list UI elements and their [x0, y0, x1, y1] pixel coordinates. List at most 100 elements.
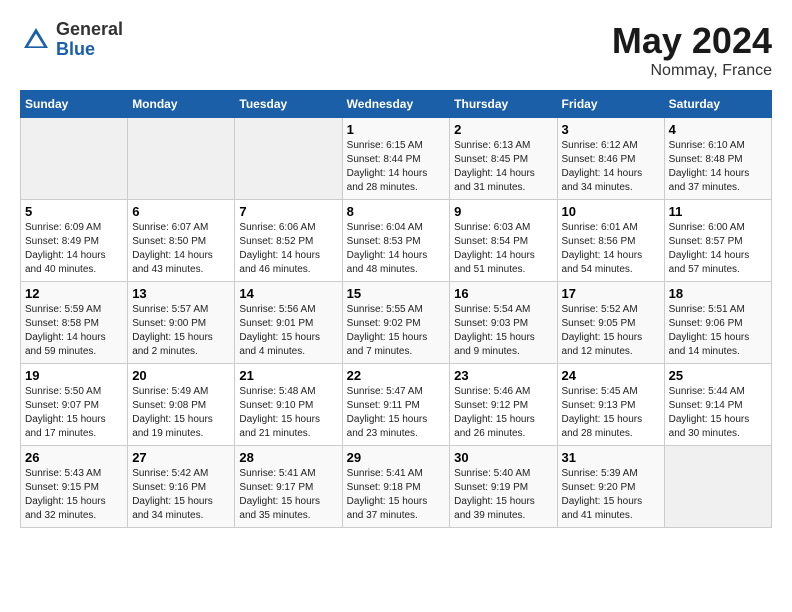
calendar-body: 1 Sunrise: 6:15 AMSunset: 8:44 PMDaylight… [21, 118, 772, 528]
day-number: 7 [239, 204, 337, 219]
day-info: Sunrise: 6:15 AMSunset: 8:44 PMDaylight:… [347, 139, 446, 195]
weekday-header-tuesday: Tuesday [235, 91, 342, 118]
day-info: Sunrise: 6:06 AMSunset: 8:52 PMDaylight:… [239, 221, 337, 277]
calendar-week-0: 1 Sunrise: 6:15 AMSunset: 8:44 PMDaylight… [21, 118, 772, 200]
calendar-cell: 24 Sunrise: 5:45 AMSunset: 9:13 PMDayligh… [557, 364, 664, 446]
calendar-week-1: 5 Sunrise: 6:09 AMSunset: 8:49 PMDaylight… [21, 200, 772, 282]
calendar-cell: 20 Sunrise: 5:49 AMSunset: 9:08 PMDayligh… [128, 364, 235, 446]
calendar-week-2: 12Sunrise: 5:59 AMSunset: 8:58 PMDayligh… [21, 282, 772, 364]
day-number: 12 [25, 286, 123, 301]
weekday-header-sunday: Sunday [21, 91, 128, 118]
day-info: Sunrise: 5:42 AMSunset: 9:16 PMDaylight:… [132, 467, 230, 523]
calendar-cell: 11 Sunrise: 6:00 AMSunset: 8:57 PMDayligh… [664, 200, 771, 282]
day-number: 15 [347, 286, 446, 301]
day-number: 11 [669, 204, 767, 219]
day-info: Sunrise: 6:00 AMSunset: 8:57 PMDaylight:… [669, 221, 767, 277]
day-number: 6 [132, 204, 230, 219]
weekday-header-row: SundayMondayTuesdayWednesdayThursdayFrid… [21, 91, 772, 118]
calendar-cell: 16 Sunrise: 5:54 AMSunset: 9:03 PMDayligh… [450, 282, 557, 364]
calendar-cell: 8Sunrise: 6:04 AMSunset: 8:53 PMDaylight… [342, 200, 450, 282]
day-number: 9 [454, 204, 552, 219]
day-number: 10 [562, 204, 660, 219]
logo: General Blue [20, 20, 123, 60]
page-header: General Blue May 2024 Nommay, France [20, 20, 772, 80]
day-number: 19 [25, 368, 123, 383]
calendar-cell: 10 Sunrise: 6:01 AMSunset: 8:56 PMDayligh… [557, 200, 664, 282]
calendar-cell: 17 Sunrise: 5:52 AMSunset: 9:05 PMDayligh… [557, 282, 664, 364]
weekday-header-wednesday: Wednesday [342, 91, 450, 118]
day-info: Sunrise: 5:55 AMSunset: 9:02 PMDaylight:… [347, 303, 446, 359]
day-number: 17 [562, 286, 660, 301]
logo-text: General Blue [56, 20, 123, 60]
day-info: Sunrise: 5:51 AMSunset: 9:06 PMDaylight:… [669, 303, 767, 359]
day-number: 28 [239, 450, 337, 465]
calendar-cell: 14 Sunrise: 5:56 AMSunset: 9:01 PMDayligh… [235, 282, 342, 364]
day-number: 14 [239, 286, 337, 301]
calendar-cell: 27 Sunrise: 5:42 AMSunset: 9:16 PMDayligh… [128, 446, 235, 528]
day-info: Sunrise: 5:46 AMSunset: 9:12 PMDaylight:… [454, 385, 552, 441]
day-number: 13 [132, 286, 230, 301]
day-info: Sunrise: 5:45 AMSunset: 9:13 PMDaylight:… [562, 385, 660, 441]
day-info: Sunrise: 5:49 AMSunset: 9:08 PMDaylight:… [132, 385, 230, 441]
day-info: Sunrise: 5:54 AMSunset: 9:03 PMDaylight:… [454, 303, 552, 359]
day-info: Sunrise: 5:41 AMSunset: 9:18 PMDaylight:… [347, 467, 446, 523]
day-number: 20 [132, 368, 230, 383]
calendar-cell: 28 Sunrise: 5:41 AMSunset: 9:17 PMDayligh… [235, 446, 342, 528]
day-info: Sunrise: 6:10 AMSunset: 8:48 PMDaylight:… [669, 139, 767, 195]
calendar-cell [664, 446, 771, 528]
day-info: Sunrise: 5:47 AMSunset: 9:11 PMDaylight:… [347, 385, 446, 441]
weekday-header-friday: Friday [557, 91, 664, 118]
day-number: 23 [454, 368, 552, 383]
calendar-header: SundayMondayTuesdayWednesdayThursdayFrid… [21, 91, 772, 118]
logo-icon [20, 24, 52, 56]
day-number: 2 [454, 122, 552, 137]
day-info: Sunrise: 6:04 AMSunset: 8:53 PMDaylight:… [347, 221, 446, 277]
weekday-header-thursday: Thursday [450, 91, 557, 118]
weekday-header-monday: Monday [128, 91, 235, 118]
calendar-week-3: 19 Sunrise: 5:50 AMSunset: 9:07 PMDayligh… [21, 364, 772, 446]
calendar-cell [128, 118, 235, 200]
day-info: Sunrise: 6:13 AMSunset: 8:45 PMDaylight:… [454, 139, 552, 195]
day-info: Sunrise: 5:48 AMSunset: 9:10 PMDaylight:… [239, 385, 337, 441]
calendar-cell: 18Sunrise: 5:51 AMSunset: 9:06 PMDayligh… [664, 282, 771, 364]
calendar-cell: 26Sunrise: 5:43 AMSunset: 9:15 PMDayligh… [21, 446, 128, 528]
calendar-cell: 23 Sunrise: 5:46 AMSunset: 9:12 PMDayligh… [450, 364, 557, 446]
calendar-cell: 31Sunrise: 5:39 AMSunset: 9:20 PMDayligh… [557, 446, 664, 528]
day-info: Sunrise: 6:09 AMSunset: 8:49 PMDaylight:… [25, 221, 123, 277]
day-info: Sunrise: 5:40 AMSunset: 9:19 PMDaylight:… [454, 467, 552, 523]
day-number: 16 [454, 286, 552, 301]
day-info: Sunrise: 5:52 AMSunset: 9:05 PMDaylight:… [562, 303, 660, 359]
day-info: Sunrise: 6:12 AMSunset: 8:46 PMDaylight:… [562, 139, 660, 195]
day-number: 22 [347, 368, 446, 383]
day-number: 24 [562, 368, 660, 383]
logo-blue-text: Blue [56, 40, 123, 60]
month-title: May 2024 [612, 20, 772, 62]
calendar-cell: 6 Sunrise: 6:07 AMSunset: 8:50 PMDaylight… [128, 200, 235, 282]
calendar-cell: 29 Sunrise: 5:41 AMSunset: 9:18 PMDayligh… [342, 446, 450, 528]
day-number: 21 [239, 368, 337, 383]
day-number: 5 [25, 204, 123, 219]
day-number: 25 [669, 368, 767, 383]
day-number: 3 [562, 122, 660, 137]
calendar-table: SundayMondayTuesdayWednesdayThursdayFrid… [20, 90, 772, 528]
calendar-week-4: 26Sunrise: 5:43 AMSunset: 9:15 PMDayligh… [21, 446, 772, 528]
calendar-cell: 1 Sunrise: 6:15 AMSunset: 8:44 PMDaylight… [342, 118, 450, 200]
calendar-cell: 5 Sunrise: 6:09 AMSunset: 8:49 PMDaylight… [21, 200, 128, 282]
calendar-cell: 13Sunrise: 5:57 AMSunset: 9:00 PMDayligh… [128, 282, 235, 364]
day-info: Sunrise: 5:50 AMSunset: 9:07 PMDaylight:… [25, 385, 123, 441]
day-info: Sunrise: 6:07 AMSunset: 8:50 PMDaylight:… [132, 221, 230, 277]
weekday-header-saturday: Saturday [664, 91, 771, 118]
calendar-cell: 9Sunrise: 6:03 AMSunset: 8:54 PMDaylight… [450, 200, 557, 282]
location: Nommay, France [612, 62, 772, 80]
day-info: Sunrise: 6:01 AMSunset: 8:56 PMDaylight:… [562, 221, 660, 277]
calendar-cell [235, 118, 342, 200]
day-number: 29 [347, 450, 446, 465]
calendar-cell: 2 Sunrise: 6:13 AMSunset: 8:45 PMDaylight… [450, 118, 557, 200]
day-number: 30 [454, 450, 552, 465]
day-number: 27 [132, 450, 230, 465]
calendar-cell: 22 Sunrise: 5:47 AMSunset: 9:11 PMDayligh… [342, 364, 450, 446]
day-info: Sunrise: 5:41 AMSunset: 9:17 PMDaylight:… [239, 467, 337, 523]
day-number: 1 [347, 122, 446, 137]
day-info: Sunrise: 5:56 AMSunset: 9:01 PMDaylight:… [239, 303, 337, 359]
calendar-cell: 7 Sunrise: 6:06 AMSunset: 8:52 PMDaylight… [235, 200, 342, 282]
